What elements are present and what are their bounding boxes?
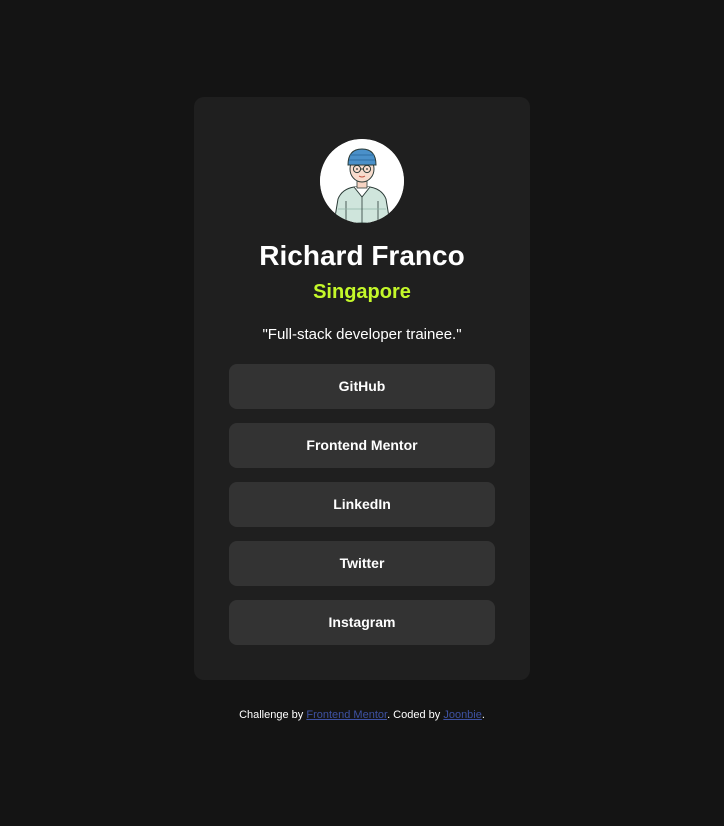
attribution-footer: Challenge by Frontend Mentor. Coded by J…: [0, 707, 724, 723]
frontend-mentor-link-button[interactable]: Frontend Mentor: [229, 423, 495, 468]
author-footer-link[interactable]: Joonbie: [443, 709, 482, 721]
social-links-list: GitHub Frontend Mentor LinkedIn Twitter …: [229, 364, 495, 659]
frontend-mentor-footer-link[interactable]: Frontend Mentor: [306, 709, 387, 721]
profile-bio: "Full-stack developer trainee.": [262, 326, 462, 343]
profile-card: Richard Franco Singapore "Full-stack dev…: [194, 97, 530, 680]
avatar: [320, 139, 404, 223]
profile-location: Singapore: [313, 281, 411, 303]
avatar-illustration: [320, 139, 404, 223]
footer-middle-text: . Coded by: [387, 709, 444, 721]
footer-suffix-text: .: [481, 709, 485, 721]
profile-name: Richard Franco: [259, 240, 465, 271]
linkedin-link-button[interactable]: LinkedIn: [229, 482, 495, 527]
github-link-button[interactable]: GitHub: [229, 364, 495, 409]
instagram-link-button[interactable]: Instagram: [229, 600, 495, 645]
twitter-link-button[interactable]: Twitter: [229, 541, 495, 586]
footer-prefix-text: Challenge by: [239, 709, 307, 721]
